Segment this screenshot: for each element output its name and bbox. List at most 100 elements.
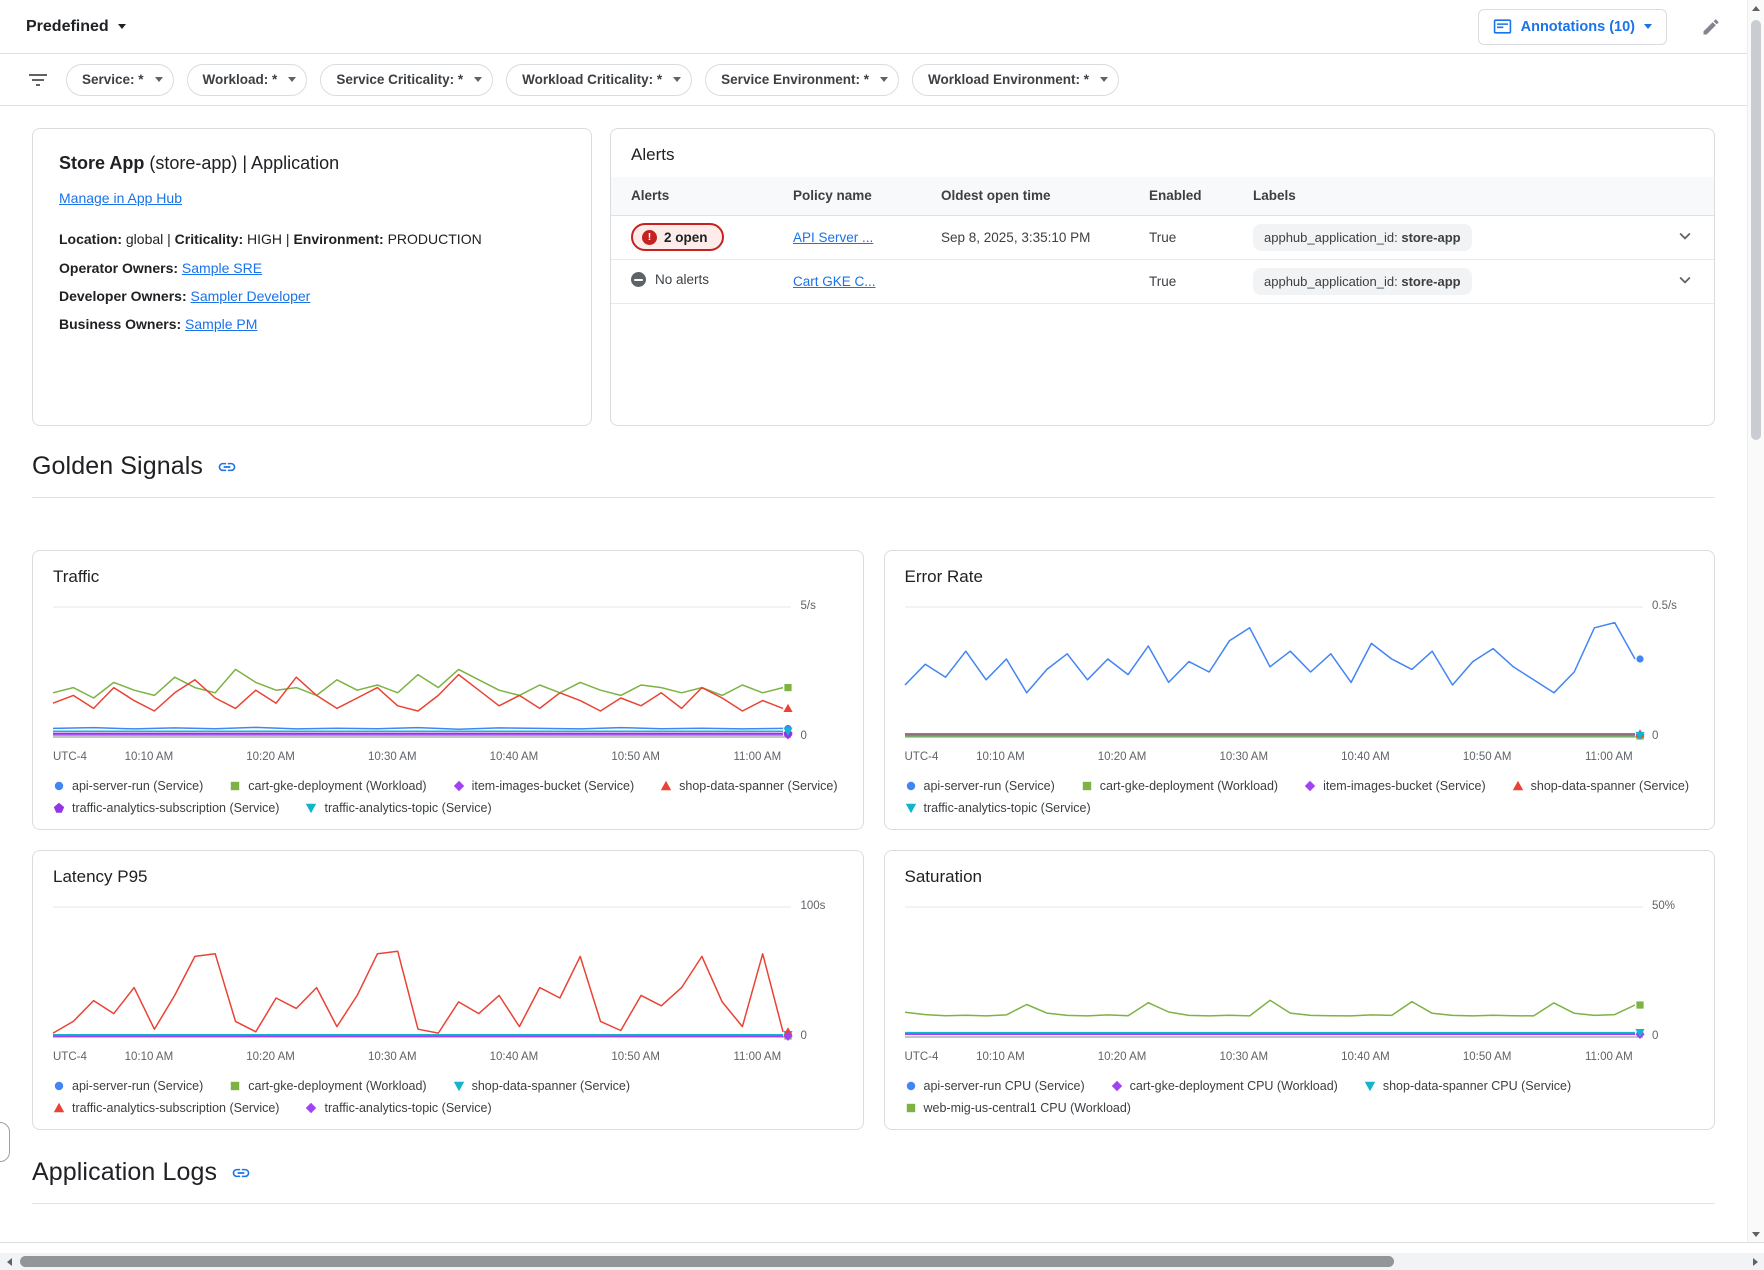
chevron-down-icon xyxy=(1100,77,1108,82)
alerts-column-header: Enabled xyxy=(1137,177,1241,215)
legend-label: cart-gke-deployment (Workload) xyxy=(248,1079,426,1093)
x-tick-label: 10:50 AM xyxy=(611,751,660,763)
scroll-up-arrow[interactable] xyxy=(1748,0,1764,16)
scroll-right-arrow[interactable] xyxy=(1746,1253,1764,1270)
x-tick-label: 10:30 AM xyxy=(368,1051,417,1063)
legend-label: traffic-analytics-subscription (Service) xyxy=(72,1101,279,1115)
policy-name-link[interactable]: API Server ... xyxy=(793,230,873,245)
filter-chip-1[interactable]: Service: * xyxy=(66,64,174,96)
policy-name-link[interactable]: Cart GKE C... xyxy=(793,274,876,289)
application-logs-section-heading: Application Logs xyxy=(32,1158,1715,1204)
legend-label: traffic-analytics-topic (Service) xyxy=(324,801,491,815)
legend-label: api-server-run (Service) xyxy=(72,779,203,793)
legend-label: item-images-bucket (Service) xyxy=(472,779,635,793)
x-tick-label: 10:30 AM xyxy=(368,751,417,763)
owner-link[interactable]: Sample SRE xyxy=(182,260,262,276)
legend-label: cart-gke-deployment (Workload) xyxy=(1100,779,1278,793)
chart-card-traffic: Traffic5/s0UTC-410:10 AM10:20 AM10:30 AM… xyxy=(32,550,864,830)
application-meta: Location: global | Criticality: HIGH | E… xyxy=(59,230,565,250)
alerts-column-header: Oldest open time xyxy=(929,177,1137,215)
filter-chip-6[interactable]: Workload Environment: * xyxy=(912,64,1119,96)
annotations-label: Annotations (10) xyxy=(1521,19,1635,35)
chart-canvas xyxy=(53,599,791,745)
legend-item: api-server-run (Service) xyxy=(905,779,1055,793)
x-tick-label: 10:10 AM xyxy=(125,751,174,763)
y-axis-max-label: 50% xyxy=(1652,900,1675,912)
link-icon[interactable] xyxy=(231,1163,251,1183)
vertical-scrollbar-thumb[interactable] xyxy=(1751,20,1761,440)
edit-button[interactable] xyxy=(1695,11,1727,43)
predefined-dropdown[interactable]: Predefined xyxy=(26,18,126,36)
x-tick-label: 10:20 AM xyxy=(1098,1051,1147,1063)
filter-chips: Service: * Workload: * Service Criticality… xyxy=(66,64,1119,96)
y-axis-zero-label: 0 xyxy=(1652,1030,1658,1042)
legend-item: traffic-analytics-topic (Service) xyxy=(305,1101,491,1115)
x-tick-label: 10:30 AM xyxy=(1219,1051,1268,1063)
owner-link[interactable]: Sampler Developer xyxy=(191,288,311,304)
chart-card-saturation: Saturation50%0UTC-410:10 AM10:20 AM10:30… xyxy=(884,850,1716,1130)
expand-cell xyxy=(1662,259,1714,303)
legend-label: traffic-analytics-subscription (Service) xyxy=(72,801,279,815)
x-axis-labels: UTC-410:10 AM10:20 AM10:30 AM10:40 AM10:… xyxy=(905,1047,1643,1067)
chart-canvas xyxy=(53,899,791,1045)
filter-chip-4[interactable]: Workload Criticality: * xyxy=(506,64,692,96)
alert-status-label: 2 open xyxy=(664,230,708,245)
owner-line: Operator Owners: Sample SRE xyxy=(59,258,565,278)
link-icon[interactable] xyxy=(217,457,237,477)
chart-plot[interactable]: 5/s0 xyxy=(53,599,791,745)
filter-chip-2[interactable]: Workload: * xyxy=(187,64,308,96)
filter-chip-label: Service Criticality: * xyxy=(336,72,463,87)
x-tick-label: 10:40 AM xyxy=(490,1051,539,1063)
horizontal-scrollbar-thumb[interactable] xyxy=(20,1256,1394,1267)
chart-plot[interactable]: 100s0 xyxy=(53,899,791,1045)
chart-plot[interactable]: 0.5/s0 xyxy=(905,599,1643,745)
alert-open-badge[interactable]: !2 open xyxy=(631,223,724,251)
vertical-scrollbar[interactable] xyxy=(1747,0,1764,1242)
alerts-card-title: Alerts xyxy=(611,129,1714,177)
x-tick-label: 10:20 AM xyxy=(1098,751,1147,763)
filter-list-icon xyxy=(26,68,50,92)
alerts-column-spacer xyxy=(1662,177,1714,215)
legend-label: item-images-bucket (Service) xyxy=(1323,779,1486,793)
chart-plot[interactable]: 50%0 xyxy=(905,899,1643,1045)
alerts-card: Alerts AlertsPolicy nameOldest open time… xyxy=(610,128,1715,426)
alerts-table-header: AlertsPolicy nameOldest open timeEnabled… xyxy=(611,177,1714,215)
chevron-down-icon xyxy=(1674,225,1696,247)
x-tick-label: 11:00 AM xyxy=(1585,751,1633,763)
x-tick-label: UTC-4 xyxy=(905,751,939,763)
filter-chip-3[interactable]: Service Criticality: * xyxy=(320,64,493,96)
x-tick-label: UTC-4 xyxy=(905,1051,939,1063)
chart-legend: api-server-run (Service)cart-gke-deploym… xyxy=(53,779,843,815)
owner-link[interactable]: Sample PM xyxy=(185,316,257,332)
scroll-left-arrow[interactable] xyxy=(0,1253,18,1270)
expand-row-button[interactable] xyxy=(1674,225,1696,247)
x-tick-label: 10:50 AM xyxy=(611,1051,660,1063)
page-edge-handle[interactable] xyxy=(0,1122,10,1162)
legend-item: traffic-analytics-topic (Service) xyxy=(905,801,1091,815)
bottom-bar xyxy=(0,1242,1764,1270)
circle-marker-icon xyxy=(905,780,917,792)
x-axis-labels: UTC-410:10 AM10:20 AM10:30 AM10:40 AM10:… xyxy=(905,747,1643,767)
x-axis-labels: UTC-410:10 AM10:20 AM10:30 AM10:40 AM10:… xyxy=(53,1047,791,1067)
pentagon-marker-icon xyxy=(53,802,65,814)
filter-chip-label: Workload: * xyxy=(203,72,278,87)
filter-chip-5[interactable]: Service Environment: * xyxy=(705,64,899,96)
manage-in-app-hub-link[interactable]: Manage in App Hub xyxy=(59,190,182,206)
annotations-button[interactable]: Annotations (10) xyxy=(1478,9,1667,45)
chart-card-latency-p95: Latency P95100s0UTC-410:10 AM10:20 AM10:… xyxy=(32,850,864,1130)
scroll-down-arrow[interactable] xyxy=(1748,1226,1764,1242)
legend-item: shop-data-spanner CPU (Service) xyxy=(1364,1079,1571,1093)
application-title-suffix: (store-app) | Application xyxy=(144,153,339,173)
horizontal-scrollbar[interactable] xyxy=(0,1253,1764,1270)
y-axis-zero-label: 0 xyxy=(801,730,807,742)
y-axis-max-label: 5/s xyxy=(801,600,816,612)
x-tick-label: 10:30 AM xyxy=(1219,751,1268,763)
x-tick-label: 10:20 AM xyxy=(246,751,295,763)
chart-canvas xyxy=(905,599,1643,745)
chevron-down-icon xyxy=(288,77,296,82)
expand-row-button[interactable] xyxy=(1674,269,1696,291)
chart-legend: api-server-run CPU (Service)cart-gke-dep… xyxy=(905,1079,1695,1115)
chevron-down-icon xyxy=(118,24,126,29)
oldest-open-time-cell: Sep 8, 2025, 3:35:10 PM xyxy=(929,215,1137,259)
chevron-down-icon xyxy=(155,77,163,82)
